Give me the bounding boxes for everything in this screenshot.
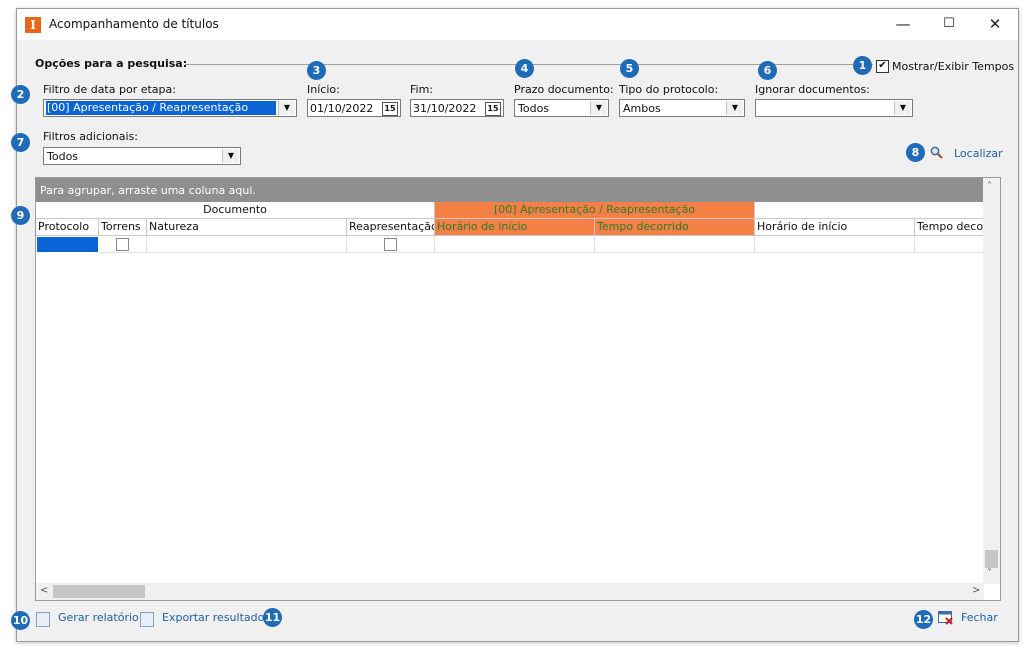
app-logo-icon: I (25, 17, 41, 33)
horizontal-scroll-thumb[interactable] (53, 585, 145, 598)
close-window-icon[interactable] (938, 611, 953, 625)
cell-start-time-01[interactable] (755, 236, 915, 253)
close-button[interactable]: ✕ (972, 9, 1018, 40)
group-hint: Para agrupar, arraste uma coluna aqui. (40, 184, 256, 197)
badge-10: 10 (11, 611, 30, 630)
generate-report-link[interactable]: Gerar relatório (58, 611, 139, 624)
scroll-up-icon[interactable]: ˄ (987, 181, 992, 192)
cell-reapresentacao[interactable] (347, 236, 435, 253)
chevron-down-icon[interactable]: ▼ (894, 101, 911, 115)
results-grid[interactable]: Para agrupar, arraste uma coluna aqui. D… (35, 177, 1001, 601)
options-group-title: Opções para a pesquisa: (35, 57, 188, 70)
col-start-time-00[interactable]: Horário de início (435, 219, 595, 236)
start-date-label: Início: (307, 83, 340, 96)
vertical-scrollbar[interactable]: ˄ ˅ (983, 178, 1000, 584)
chevron-down-icon[interactable]: ▼ (590, 101, 607, 115)
calendar-icon[interactable]: 15 (382, 102, 398, 116)
badge-6: 6 (758, 61, 777, 80)
chevron-down-icon[interactable]: ▼ (278, 101, 295, 115)
scroll-left-icon[interactable]: < (40, 585, 48, 596)
title-bar: I Acompanhamento de títulos — ☐ ✕ (17, 9, 1018, 40)
band-stage-00[interactable]: [00] Apresentação / Reapresentação (435, 202, 755, 219)
date-filter-label: Filtro de data por etapa: (43, 83, 176, 96)
badge-7: 7 (11, 133, 30, 152)
protocol-type-label: Tipo do protocolo: (619, 83, 719, 96)
ignore-docs-label: Ignorar documentos: (755, 83, 870, 96)
chevron-down-icon[interactable]: ▼ (726, 101, 743, 115)
main-window: I Acompanhamento de títulos — ☐ ✕ Opções… (11, 8, 1019, 642)
reapresentacao-checkbox[interactable] (384, 238, 397, 251)
badge-8: 8 (906, 143, 925, 162)
show-times-checkbox[interactable]: ✔ (876, 60, 889, 73)
end-date-label: Fim: (410, 83, 434, 96)
start-date-value: 01/10/2022 (310, 102, 374, 115)
maximize-button[interactable]: ☐ (926, 9, 972, 40)
date-filter-value: [00] Apresentação / Reapresentação (46, 101, 276, 115)
extra-filters-value: Todos (47, 150, 79, 163)
deadline-value: Todos (518, 102, 550, 115)
col-natureza[interactable]: Natureza (147, 219, 347, 236)
col-reapresentacao[interactable]: Reapresentação (347, 219, 435, 236)
badge-11: 11 (263, 608, 282, 627)
badge-2: 2 (11, 85, 30, 104)
deadline-combo[interactable]: Todos ▼ (514, 99, 609, 117)
vertical-scroll-thumb[interactable] (985, 550, 998, 568)
band-stage-01[interactable]: [01] Cada (755, 202, 1000, 219)
check-icon: ✔ (878, 60, 887, 71)
badge-4: 4 (515, 59, 534, 78)
cell-natureza[interactable] (147, 236, 347, 253)
start-date-field[interactable]: 01/10/2022 15 (307, 99, 401, 117)
torrens-checkbox[interactable] (116, 238, 129, 251)
badge-9: 9 (11, 206, 30, 225)
search-link[interactable]: Localizar (954, 147, 1003, 160)
col-elapsed-00[interactable]: Tempo decorrido (595, 219, 755, 236)
export-results-link[interactable]: Exportar resultados (162, 611, 270, 624)
scroll-down-icon[interactable]: ˅ (987, 568, 992, 579)
scroll-right-icon[interactable]: > (972, 585, 980, 596)
badge-5: 5 (620, 59, 639, 78)
end-date-field[interactable]: 31/10/2022 15 (410, 99, 504, 117)
band-document[interactable]: Documento (36, 202, 435, 219)
col-start-time-01[interactable]: Horário de início (755, 219, 915, 236)
col-torrens[interactable]: Torrens (99, 219, 147, 236)
calendar-icon[interactable]: 15 (485, 102, 501, 116)
report-icon[interactable] (36, 612, 50, 627)
badge-3: 3 (307, 61, 326, 80)
extra-filters-label: Filtros adicionais: (43, 130, 139, 143)
end-date-value: 31/10/2022 (413, 102, 477, 115)
protocol-type-combo[interactable]: Ambos ▼ (619, 99, 745, 117)
protocol-type-value: Ambos (623, 102, 661, 115)
cell-elapsed-00[interactable] (595, 236, 755, 253)
ignore-docs-combo[interactable]: ▼ (755, 99, 913, 117)
deadline-label: Prazo documento: (514, 83, 614, 96)
cell-start-time-00[interactable] (435, 236, 595, 253)
minimize-button[interactable]: — (880, 9, 926, 40)
export-icon[interactable] (140, 612, 154, 627)
magnifier-icon[interactable] (930, 146, 943, 159)
horizontal-scrollbar[interactable]: < > (36, 583, 984, 600)
cell-torrens[interactable] (99, 236, 147, 253)
cell-protocolo[interactable] (36, 236, 99, 253)
badge-1: 1 (853, 56, 872, 75)
close-link[interactable]: Fechar (961, 611, 998, 624)
show-times-label: Mostrar/Exibir Tempos (892, 60, 1015, 73)
chevron-down-icon[interactable]: ▼ (222, 149, 239, 163)
extra-filters-combo[interactable]: Todos ▼ (43, 147, 241, 165)
col-protocolo[interactable]: Protocolo (36, 219, 99, 236)
window-title: Acompanhamento de títulos (49, 17, 219, 31)
badge-12: 12 (914, 610, 933, 629)
group-panel[interactable]: Para agrupar, arraste uma coluna aqui. (36, 178, 984, 202)
date-filter-combo[interactable]: [00] Apresentação / Reapresentação ▼ (43, 99, 297, 117)
